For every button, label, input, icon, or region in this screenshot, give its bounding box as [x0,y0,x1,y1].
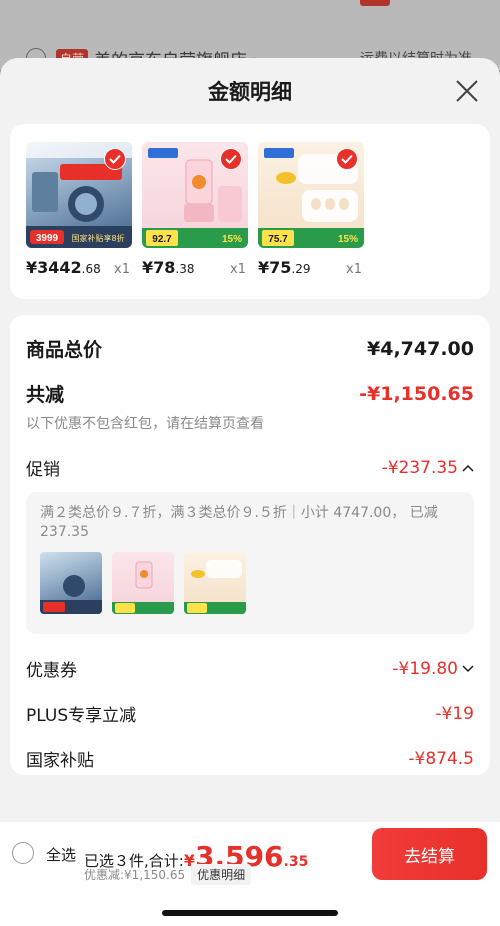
reduce-row: 共减 -¥1,150.65 [26,380,474,407]
sheet-header: 金额明细 [0,58,500,124]
product-qty: x1 [114,262,130,277]
checkout-bar: 全选 已选３件,合计: ¥ 3,596 .35 优惠减:¥1,150.65 优惠… [0,822,500,926]
background-top-tab [360,0,390,6]
subsidy-row: 国家补贴 -¥874.5 [26,746,474,772]
product-item[interactable]: 3999 国家补贴享8折 ¥3442.68 x1 [26,142,132,299]
product-price: ¥75.29 [258,258,311,277]
blender-badge-price: 92.7 [152,234,172,245]
selected-check-icon[interactable] [104,148,126,170]
product-thumbnail-washer[interactable]: 3999 国家补贴享8折 [26,142,132,248]
chevron-up-icon [462,464,474,472]
promo-detail-text: 满２类总价９.７折，满３类总价９.５折｜小计 4747.00， 已减 237.3… [40,505,438,540]
reduce-label: 共减 [26,384,65,406]
promo-label: 促销 [26,460,60,480]
discount-text: 优惠减:¥1,150.65 [84,868,186,882]
chevron-down-icon [462,664,474,672]
coupon-value-wrap[interactable]: -¥19.80 [392,659,474,679]
total-label: 商品总价 [26,339,103,361]
plus-value: -¥19 [435,703,474,724]
coupon-label: 优惠券 [26,661,77,681]
discount-detail-button[interactable]: 优惠明细 [191,864,252,885]
product-item[interactable]: 92.7 15% ¥78.38 x1 [142,142,248,299]
price-detail-card: 商品总价 ¥4,747.00 共减 -¥1,150.65 以下优惠不包含红包，请… [10,315,490,775]
promo-detail-box: 满２类总价９.７折，满３类总价９.５折｜小计 4747.00， 已减 237.3… [26,492,474,634]
egg-badge-price: 75.7 [268,234,288,245]
promo-value: -¥237.35 [381,457,458,478]
product-qty: x1 [346,262,362,277]
washer-badge-price: 3999 [36,233,59,244]
total-value: ¥4,747.00 [367,337,474,360]
discount-summary: 优惠减:¥1,150.65 优惠明细 [84,864,252,885]
amount-detail-sheet: 金额明细 3999 国家补贴享8折 ¥3442.68 x1 92.7 15% ¥… [0,58,500,926]
promo-thumbnail-washer [40,552,102,614]
sheet-title: 金额明细 [208,80,292,104]
promo-thumbnail-blender [112,552,174,614]
product-price: ¥78.38 [142,258,195,277]
product-item[interactable]: 75.7 15% ¥75.29 x1 [258,142,364,299]
promo-row[interactable]: 促销 -¥237.35 [26,455,474,480]
promo-thumbnail-egg-cooker [184,552,246,614]
select-all-radio[interactable] [12,842,34,864]
blender-badge-label: 15% [222,234,242,245]
subsidy-value: -¥874.5 [408,748,474,769]
home-indicator [162,910,338,916]
product-price: ¥3442.68 [26,258,101,277]
products-card: 3999 国家补贴享8折 ¥3442.68 x1 92.7 15% ¥78.38… [10,124,490,299]
select-all-label[interactable]: 全选 [46,844,76,865]
washer-badge-label: 国家补贴享8折 [71,233,124,243]
coupon-value: -¥19.80 [392,658,458,679]
selected-check-icon[interactable] [220,148,242,170]
egg-badge-label: 15% [338,234,358,245]
coupon-row[interactable]: 优惠券 -¥19.80 [26,656,474,681]
selected-check-icon[interactable] [336,148,358,170]
promo-value-wrap[interactable]: -¥237.35 [382,458,474,478]
plus-row: PLUS专享立减 -¥19 [26,701,474,727]
reduce-value: -¥1,150.65 [359,382,474,405]
reduce-note: 以下优惠不包含红包，请在结算页查看 [26,416,264,432]
total-row: 商品总价 ¥4,747.00 [26,335,474,362]
product-thumbnail-egg-cooker[interactable]: 75.7 15% [258,142,364,248]
close-icon[interactable] [454,78,480,104]
plus-label: PLUS专享立减 [26,706,137,726]
promo-thumbnails [40,552,460,614]
product-thumbnail-blender[interactable]: 92.7 15% [142,142,248,248]
total-cents: .35 [283,854,309,870]
checkout-button[interactable]: 去结算 [372,828,487,880]
subsidy-label: 国家补贴 [26,751,94,771]
product-qty: x1 [230,262,246,277]
